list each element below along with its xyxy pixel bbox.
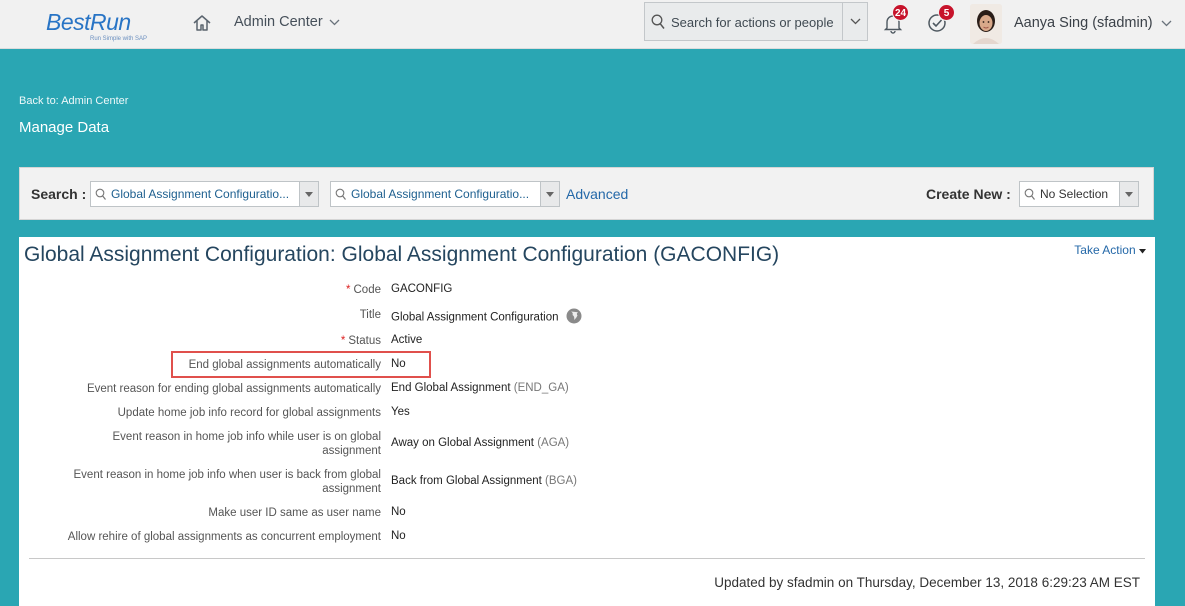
field-label-text: End global assignments automatically — [188, 359, 381, 371]
globe-icon[interactable] — [566, 308, 582, 327]
field-value: No — [391, 530, 406, 542]
create-new-label: Create New : — [926, 186, 1011, 202]
field-label-text: Title — [359, 309, 381, 321]
create-new-value: No Selection — [1040, 187, 1109, 201]
todo-button[interactable]: 5 — [926, 4, 955, 39]
chevron-down-icon — [850, 18, 860, 25]
shell-bar: BestRun Run Simple with SAP Admin Center… — [0, 0, 1185, 49]
home-icon[interactable] — [192, 13, 212, 33]
admin-center-label: Admin Center — [234, 14, 323, 30]
required-marker: * — [346, 284, 351, 296]
search-icon — [335, 188, 346, 200]
field-value: Away on Global Assignment — [391, 437, 534, 449]
admin-center-menu[interactable]: Admin Center — [234, 14, 340, 30]
field-label: Allow rehire of global assignments as co… — [41, 530, 381, 544]
page-title: Manage Data — [19, 119, 110, 136]
field-label-text: Event reason in home job info while user… — [112, 431, 382, 457]
field-value: Global Assignment Configuration — [391, 311, 559, 324]
field-value: End Global Assignment — [391, 382, 511, 394]
user-menu[interactable]: Aanya Sing (sfadmin) — [1014, 15, 1172, 31]
field-label: Event reason in home job info while user… — [91, 430, 382, 458]
notifications-button[interactable]: 24 — [882, 4, 910, 39]
take-action-label: Take Action — [1074, 243, 1136, 257]
search-object-combobox[interactable]: Global Assignment Configuratio... — [330, 181, 560, 207]
global-search-input[interactable]: Search for actions or people — [644, 2, 868, 41]
dropdown-arrow-icon[interactable] — [1119, 182, 1138, 206]
field-code: (AGA) — [537, 437, 570, 449]
field-label-text: Make user ID same as user name — [208, 507, 381, 519]
advanced-search-link[interactable]: Advanced — [566, 186, 628, 202]
search-placeholder: Search for actions or people — [671, 15, 834, 30]
field-value: Back from Global Assignment — [391, 475, 542, 487]
field-value-wrap: Global Assignment Configuration — [391, 308, 582, 327]
field-value: Yes — [391, 406, 410, 418]
caret-down-icon — [1139, 249, 1146, 254]
todo-badge: 5 — [938, 4, 955, 21]
chevron-down-icon — [329, 19, 340, 25]
field-label: Title — [41, 308, 381, 322]
field-label-text: Code — [353, 284, 382, 296]
user-name-label: Aanya Sing (sfadmin) — [1014, 15, 1153, 31]
chevron-down-icon — [1161, 20, 1172, 26]
last-updated-text: Updated by sfadmin on Thursday, December… — [714, 575, 1140, 590]
field-label: * Status — [41, 334, 381, 348]
field-label-text: Update home job info record for global a… — [117, 407, 381, 419]
logo-tagline: Run Simple with SAP — [90, 36, 148, 42]
back-to-admin-center-link[interactable]: Back to: Admin Center — [19, 95, 128, 107]
record-title: Global Assignment Configuration: Global … — [24, 243, 780, 266]
field-label: * Code — [41, 283, 381, 297]
dropdown-arrow-icon[interactable] — [540, 182, 559, 206]
field-value-wrap: Back from Global Assignment (BGA) — [391, 475, 577, 487]
notifications-badge: 24 — [892, 4, 910, 21]
required-marker: * — [340, 335, 346, 347]
field-label: Event reason for ending global assignmen… — [41, 382, 381, 396]
dropdown-arrow-icon[interactable] — [299, 182, 318, 206]
search-scope-dropdown[interactable] — [842, 3, 867, 40]
field-code: (BGA) — [545, 475, 577, 487]
field-value-wrap: Away on Global Assignment (AGA) — [391, 437, 569, 449]
search-type-combobox[interactable]: Global Assignment Configuratio... — [90, 181, 319, 207]
take-action-menu[interactable]: Take Action — [1074, 243, 1146, 257]
user-avatar[interactable] — [970, 4, 1002, 44]
field-value: GACONFIG — [391, 283, 453, 295]
company-logo[interactable]: BestRun Run Simple with SAP — [44, 6, 148, 44]
field-code: (END_GA) — [513, 382, 569, 394]
search-label: Search : — [31, 186, 87, 202]
field-label-text: Event reason for ending global assignmen… — [86, 383, 381, 395]
field-value: No — [391, 358, 406, 370]
search-icon — [651, 14, 665, 29]
field-value: Active — [391, 334, 423, 346]
field-value: No — [391, 506, 406, 518]
field-label: Event reason in home job info when user … — [51, 468, 381, 496]
field-label: Make user ID same as user name — [41, 506, 381, 520]
record-card: Global Assignment Configuration: Global … — [19, 237, 1155, 606]
field-label-text: Allow rehire of global assignments as co… — [67, 531, 381, 543]
search-type-value: Global Assignment Configuratio... — [111, 187, 290, 201]
divider — [29, 558, 1145, 559]
search-object-value: Global Assignment Configuratio... — [351, 187, 530, 201]
logo-text: BestRun — [46, 9, 131, 35]
search-icon — [95, 188, 106, 200]
create-new-combobox[interactable]: No Selection — [1019, 181, 1139, 207]
field-label-text: Event reason in home job info when user … — [73, 469, 381, 495]
field-label: End global assignments automatically — [41, 358, 381, 372]
search-panel: Search : Global Assignment Configuratio.… — [19, 167, 1154, 220]
field-label-text: Status — [348, 335, 381, 347]
search-icon — [1024, 188, 1035, 200]
field-label: Update home job info record for global a… — [41, 406, 381, 420]
field-value-wrap: End Global Assignment (END_GA) — [391, 382, 569, 394]
